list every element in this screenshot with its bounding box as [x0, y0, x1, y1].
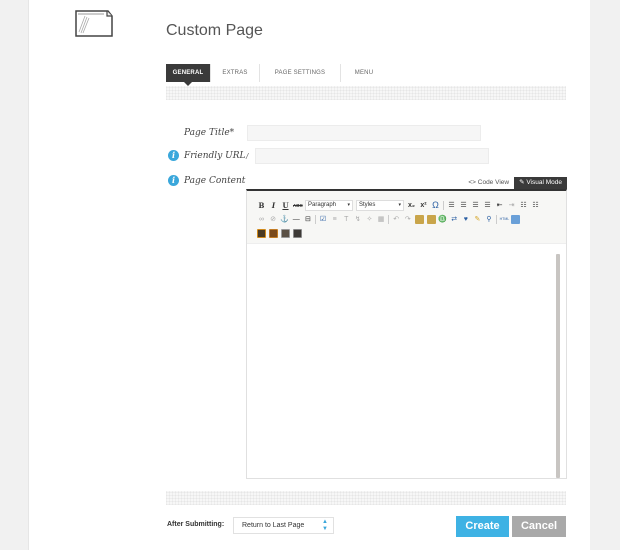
page-content-label: Page Content	[184, 176, 246, 186]
spellcheck-icon[interactable]: ♥	[461, 215, 470, 224]
visual-mode-label: Visual Mode	[526, 179, 562, 186]
image-icon[interactable]	[511, 215, 521, 224]
subscript-icon[interactable]: x₂	[407, 201, 416, 210]
editor-scrollbar[interactable]	[556, 254, 560, 478]
format-select-value: Paragraph	[308, 202, 337, 208]
page-content-info-icon[interactable]: i	[168, 175, 179, 186]
editor-content-area[interactable]	[247, 245, 554, 478]
divider-top	[166, 86, 566, 100]
styles-select[interactable]: Styles ▾	[356, 200, 404, 211]
replace-icon[interactable]: ⇄	[450, 215, 459, 224]
format-select[interactable]: Paragraph ▾	[305, 200, 353, 211]
paste-icon[interactable]	[414, 215, 424, 224]
flash-icon[interactable]	[269, 229, 278, 238]
clear-icon[interactable]: ≡	[330, 215, 339, 224]
table-icon[interactable]: ▦	[377, 215, 386, 224]
chevron-down-icon: ▾	[398, 202, 401, 208]
unlink-icon[interactable]: ⊘	[269, 215, 278, 224]
page-break-icon[interactable]: ⊟	[303, 215, 312, 224]
undo-icon[interactable]: ↶	[392, 215, 401, 224]
anchor-icon[interactable]: ⚓	[280, 215, 289, 224]
tab-page-settings[interactable]: PAGE SETTINGS	[259, 64, 340, 82]
friendly-url-input[interactable]	[255, 148, 489, 164]
align-right-icon[interactable]: ☰	[471, 201, 480, 210]
after-submitting-label: After Submitting:	[167, 521, 225, 528]
right-gutter	[590, 0, 620, 550]
link-icon[interactable]: ∞	[257, 215, 266, 224]
select-arrows-icon: ▲ ▼	[322, 519, 328, 532]
media-icon[interactable]	[257, 229, 266, 238]
omega-icon[interactable]: Ω	[431, 201, 440, 210]
align-center-icon[interactable]: ☰	[459, 201, 468, 210]
strikethrough-icon[interactable]: ABC	[293, 201, 303, 210]
editor-mode-tabs: <> Code View ✎ Visual Mode	[463, 177, 567, 189]
preview-icon[interactable]: ⚲	[484, 215, 493, 224]
after-submitting-value: Return to Last Page	[242, 522, 305, 529]
gallery-icon[interactable]	[281, 229, 290, 238]
page-title-label: Page Title*	[184, 128, 235, 138]
tab-bar: GENERAL EXTRAS PAGE SETTINGS MENU	[166, 64, 387, 86]
friendly-url-info-icon[interactable]: i	[168, 150, 179, 161]
page-title: Custom Page	[166, 22, 263, 39]
superscript-icon[interactable]: x²	[419, 201, 428, 210]
cancel-button[interactable]: Cancel	[512, 516, 566, 537]
bold-icon[interactable]: B	[257, 201, 266, 210]
paste-word-icon[interactable]	[426, 215, 436, 224]
after-submitting-select[interactable]: Return to Last Page ▲ ▼	[233, 517, 334, 534]
outdent-icon[interactable]: ⇤	[495, 201, 504, 210]
chevron-down-icon: ▾	[347, 202, 350, 208]
friendly-url-label: Friendly URL	[184, 151, 246, 161]
html-icon[interactable]: HTML	[500, 215, 510, 224]
editor-toolbar: B I U ABC Paragraph ▾ Styles ▾ x₂ x² Ω ☰ ☰…	[247, 191, 566, 244]
tab-menu[interactable]: MENU	[340, 64, 387, 82]
tab-extras[interactable]: EXTRAS	[210, 64, 259, 82]
align-left-icon[interactable]: ☰	[447, 201, 456, 210]
tab-general[interactable]: GENERAL	[166, 64, 210, 86]
visual-mode-tab[interactable]: ✎ Visual Mode	[514, 177, 567, 189]
remove-format-icon[interactable]: ↯	[353, 215, 362, 224]
numbered-list-icon[interactable]: ☷	[531, 201, 540, 210]
toolbar-separator	[443, 201, 444, 210]
align-justify-icon[interactable]: ☰	[483, 201, 492, 210]
url-prefix: /	[246, 152, 249, 161]
create-button[interactable]: Create	[456, 516, 509, 537]
redo-icon[interactable]: ↷	[403, 215, 412, 224]
horizontal-rule-icon[interactable]: —	[292, 215, 301, 224]
styles-select-value: Styles	[359, 202, 376, 208]
toolbar-separator	[314, 215, 316, 224]
rich-text-editor: B I U ABC Paragraph ▾ Styles ▾ x₂ x² Ω ☰ ☰…	[246, 189, 567, 479]
page-icon	[75, 10, 113, 37]
toolbar-separator	[388, 215, 390, 224]
text-color-icon[interactable]: T	[342, 215, 351, 224]
find-icon[interactable]: ♎	[438, 215, 447, 224]
indent-icon[interactable]: ⇥	[507, 201, 516, 210]
bullet-list-icon[interactable]: ☷	[519, 201, 528, 210]
brush-icon[interactable]: ✎	[473, 215, 482, 224]
toolbar-separator	[496, 215, 498, 224]
underline-icon[interactable]: U	[281, 201, 290, 210]
template-icon[interactable]	[293, 229, 302, 238]
italic-icon[interactable]: I	[269, 201, 278, 210]
divider-bottom	[166, 491, 566, 505]
page-title-input[interactable]	[247, 125, 481, 141]
edit-icon[interactable]: ☑	[319, 215, 328, 224]
cleanup-icon[interactable]: ✧	[365, 215, 374, 224]
code-view-tab[interactable]: <> Code View	[463, 177, 514, 189]
